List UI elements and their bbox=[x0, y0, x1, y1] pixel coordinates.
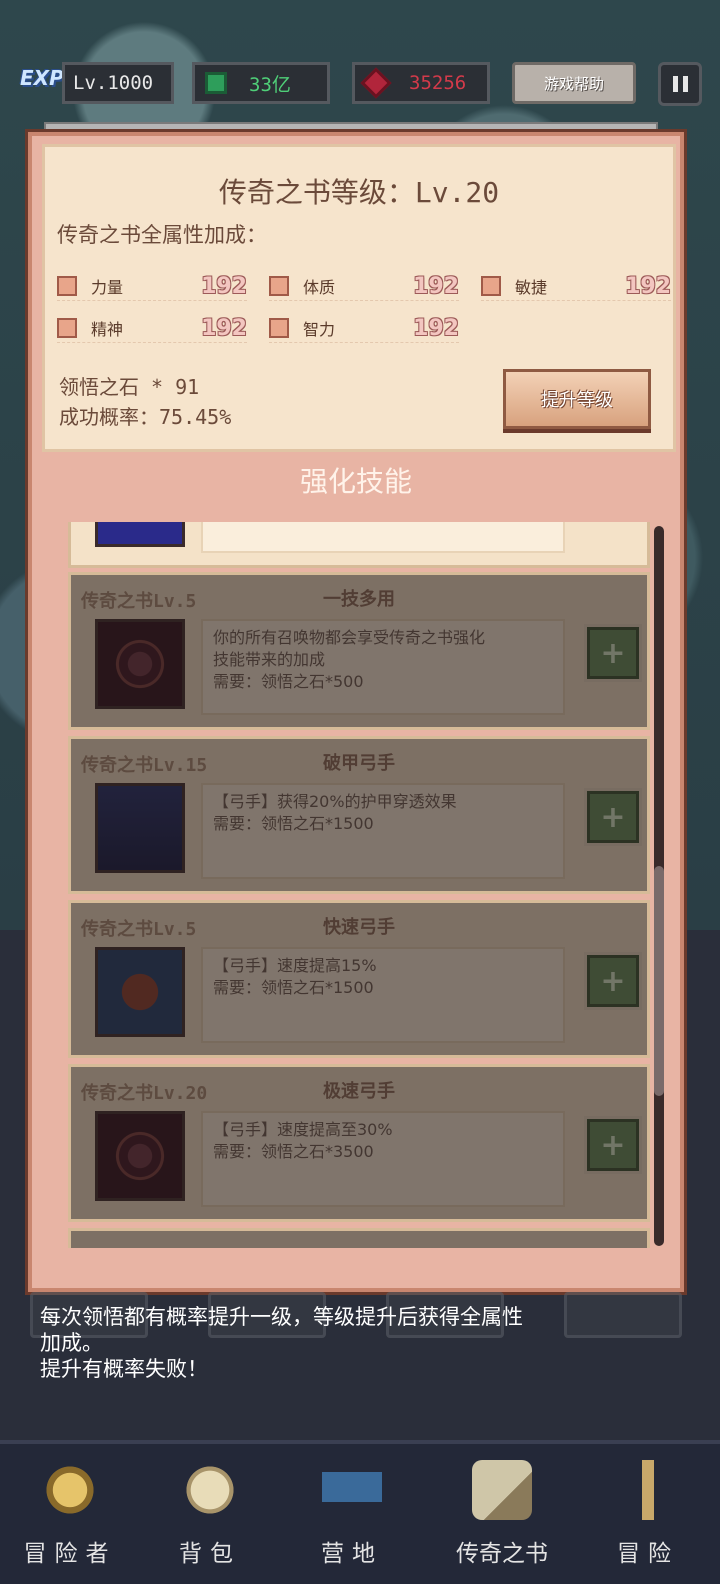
skill-description: 【弓手】速度提高至30% 需要：领悟之石*3500 bbox=[201, 1111, 565, 1207]
ruby-icon bbox=[360, 67, 392, 99]
camp-icon bbox=[322, 1460, 382, 1520]
nav-adventure[interactable]: 冒险 bbox=[588, 1460, 708, 1580]
sword-icon bbox=[618, 1460, 678, 1520]
book-bonus-subtitle: 传奇之书全属性加成： bbox=[57, 223, 267, 247]
player-level: Lv.1000 bbox=[62, 62, 174, 104]
nav-adventurer[interactable]: 冒险者 bbox=[10, 1460, 130, 1580]
locked-overlay bbox=[71, 1231, 647, 1248]
skill-image bbox=[95, 619, 185, 709]
skill-description: 你的所有召唤物都会享受传奇之书强化 技能带来的加成 需要：领悟之石*500 bbox=[201, 619, 565, 715]
enhance-skills-title: 强化技能 bbox=[299, 465, 412, 498]
skill-description bbox=[201, 522, 565, 553]
heart-icon bbox=[269, 276, 289, 296]
skill-list[interactable]: 一技多用 传奇之书Lv.5 你的所有召唤物都会享受传奇之书强化 技能带来的加成 … bbox=[68, 522, 650, 1248]
skill-description: 【弓手】速度提高15% 需要：领悟之石*1500 bbox=[201, 947, 565, 1043]
skill-card-partial bbox=[68, 1228, 650, 1248]
top-bar bbox=[44, 122, 658, 132]
boot-icon bbox=[481, 276, 501, 296]
ruby-amount: 35256 bbox=[409, 72, 467, 94]
skill-requirement: 传奇之书Lv.20 bbox=[81, 1083, 208, 1104]
nav-backpack[interactable]: 背包 bbox=[150, 1460, 270, 1580]
book-level-title: 传奇之书等级：Lv.20 bbox=[218, 176, 500, 209]
game-help-button[interactable]: 游戏帮助 bbox=[512, 62, 636, 104]
skill-card: 一技多用 传奇之书Lv.5 你的所有召唤物都会享受传奇之书强化 技能带来的加成 … bbox=[68, 572, 650, 730]
adventurer-icon bbox=[40, 1460, 100, 1520]
stat-spirit: 精神 192 bbox=[57, 313, 247, 343]
learn-skill-button[interactable]: + bbox=[587, 955, 639, 1007]
ruby-counter: 35256 bbox=[352, 62, 490, 104]
stat-constitution: 体质 192 bbox=[269, 271, 459, 301]
pause-button[interactable] bbox=[658, 62, 702, 106]
stat-agility: 敏捷 192 bbox=[481, 271, 671, 301]
backpack-icon bbox=[180, 1460, 240, 1520]
success-rate: 成功概率：75.45% bbox=[59, 405, 232, 429]
legend-book-icon bbox=[472, 1460, 532, 1520]
skill-requirement: 传奇之书Lv.5 bbox=[81, 591, 197, 612]
nav-legend-book[interactable]: 传奇之书 bbox=[442, 1460, 562, 1580]
skill-description: 【弓手】获得20%的护甲穿透效果 需要：领悟之石*1500 bbox=[201, 783, 565, 879]
skill-requirement: 传奇之书Lv.15 bbox=[81, 755, 208, 776]
spirit-icon bbox=[57, 318, 77, 338]
upgrade-level-button[interactable]: 提升等级 bbox=[503, 369, 651, 429]
skill-card: 极速弓手 传奇之书Lv.20 【弓手】速度提高至30% 需要：领悟之石*3500… bbox=[68, 1064, 650, 1222]
skill-card: 快速弓手 传奇之书Lv.5 【弓手】速度提高15% 需要：领悟之石*1500 + bbox=[68, 900, 650, 1058]
learn-skill-button[interactable]: + bbox=[587, 1119, 639, 1171]
skill-requirement: 传奇之书Lv.5 bbox=[81, 919, 197, 940]
stat-intelligence: 智力 192 bbox=[269, 313, 459, 343]
stone-count: 领悟之石 * 91 bbox=[59, 375, 200, 399]
strength-icon bbox=[57, 276, 77, 296]
learn-skill-button[interactable]: + bbox=[587, 627, 639, 679]
gem-icon bbox=[205, 72, 227, 94]
skill-image bbox=[95, 1111, 185, 1201]
brain-icon bbox=[269, 318, 289, 338]
skill-card: 破甲弓手 传奇之书Lv.15 【弓手】获得20%的护甲穿透效果 需要：领悟之石*… bbox=[68, 736, 650, 894]
stat-strength: 力量 192 bbox=[57, 271, 247, 301]
bottom-nav: 冒险者 背包 营地 传奇之书 冒险 bbox=[0, 1440, 720, 1584]
legend-book-modal: 传奇之书等级：Lv.20 传奇之书全属性加成： 力量 192 体质 192 敏捷… bbox=[28, 132, 684, 1292]
gem-amount: 33亿 bbox=[249, 73, 291, 96]
skill-card-partial bbox=[68, 522, 650, 568]
book-info-panel: 传奇之书等级：Lv.20 传奇之书全属性加成： 力量 192 体质 192 敏捷… bbox=[42, 144, 676, 452]
pause-icon bbox=[672, 76, 678, 92]
skill-image bbox=[95, 783, 185, 873]
learn-skill-button[interactable]: + bbox=[587, 791, 639, 843]
hint-text: 每次领悟都有概率提升一级，等级提升后获得全属性 加成。 提升有概率失败！ bbox=[40, 1305, 523, 1381]
skill-image bbox=[95, 522, 185, 547]
skill-image bbox=[95, 947, 185, 1037]
scroll-thumb[interactable] bbox=[654, 866, 664, 1096]
skill-list-scrollbar[interactable] bbox=[654, 526, 664, 1246]
gem-counter: 33亿 bbox=[192, 62, 330, 104]
nav-camp[interactable]: 营地 bbox=[292, 1460, 412, 1580]
